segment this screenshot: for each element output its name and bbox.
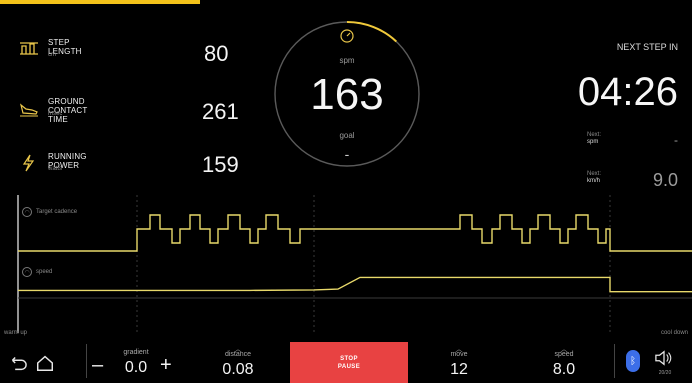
move-value[interactable]: 12 [437,361,481,379]
spm-label: spm [339,56,355,65]
next-spm-unit: spm [587,139,599,145]
home-button[interactable] [34,352,56,374]
volume-value: 20/20 [658,370,672,376]
next-speed-label: Next: [587,171,602,177]
next-spm-row: Next: spm [587,131,601,145]
lightning-icon [18,154,40,172]
gradient-plus-button[interactable]: + [160,354,172,377]
pause-label: PAUSE [337,363,361,370]
volume-button[interactable] [652,348,676,368]
speed-line [18,276,692,293]
gauge-icon [339,28,355,44]
next-step-title: NEXT STEP IN [616,42,678,52]
speed-value[interactable]: 8.0 [542,361,586,379]
cadence-chart-icon: ◠ [22,207,32,217]
cadence-chart-label: Target cadence [36,209,78,215]
back-button[interactable] [6,352,28,374]
running-power-unit: watts [48,166,63,172]
cooldown-label: cool down [660,330,688,336]
speed-label: speed [554,351,574,358]
next-spm-label: Next: [587,132,602,138]
warmup-label: warm up [4,330,28,336]
running-power-value: 159 [202,152,239,177]
next-step-time: 04:26 [577,70,678,114]
goal-value: - [344,146,350,162]
speed-chart-icon: ◠ [22,267,32,277]
next-speed-row: Next: km/h [587,170,601,184]
gradient-value: 0.0 [124,359,148,376]
gradient-label: gradient [123,349,149,356]
distance-label: distance [224,351,252,358]
next-speed-unit: km/h [587,178,601,184]
next-spm-value: - [674,133,678,147]
speed-chart-label: speed [36,269,53,275]
stop-label: STOP [340,355,358,362]
shoe-icon [18,99,40,117]
gradient-minus-button[interactable]: – [92,354,103,377]
home-icon [37,355,53,371]
volume-icon [655,350,672,366]
stop-pause-button[interactable]: STOP PAUSE [290,342,408,383]
cadence-value: 163 [310,70,384,119]
ground-contact-value: 261 [202,99,239,124]
step-length-value: 80 [204,41,229,66]
step-length-unit: cm [48,52,56,58]
bluetooth-icon[interactable]: ᛒ [626,350,640,372]
top-progress-bar [0,0,200,4]
back-icon [11,357,27,371]
ground-contact-unit: msec [48,111,63,117]
goal-label: goal [339,131,355,140]
workout-profile-chart [17,195,692,333]
distance-value: 0.08 [222,361,254,378]
move-label: move [450,351,468,358]
toolbar-divider [86,344,87,378]
cadence-target-line [18,214,692,252]
step-length-icon [18,40,40,58]
toolbar-divider [614,344,615,378]
cadence-ring: spm 163 goal - [271,18,423,170]
next-speed-value: 9.0 [652,170,678,190]
